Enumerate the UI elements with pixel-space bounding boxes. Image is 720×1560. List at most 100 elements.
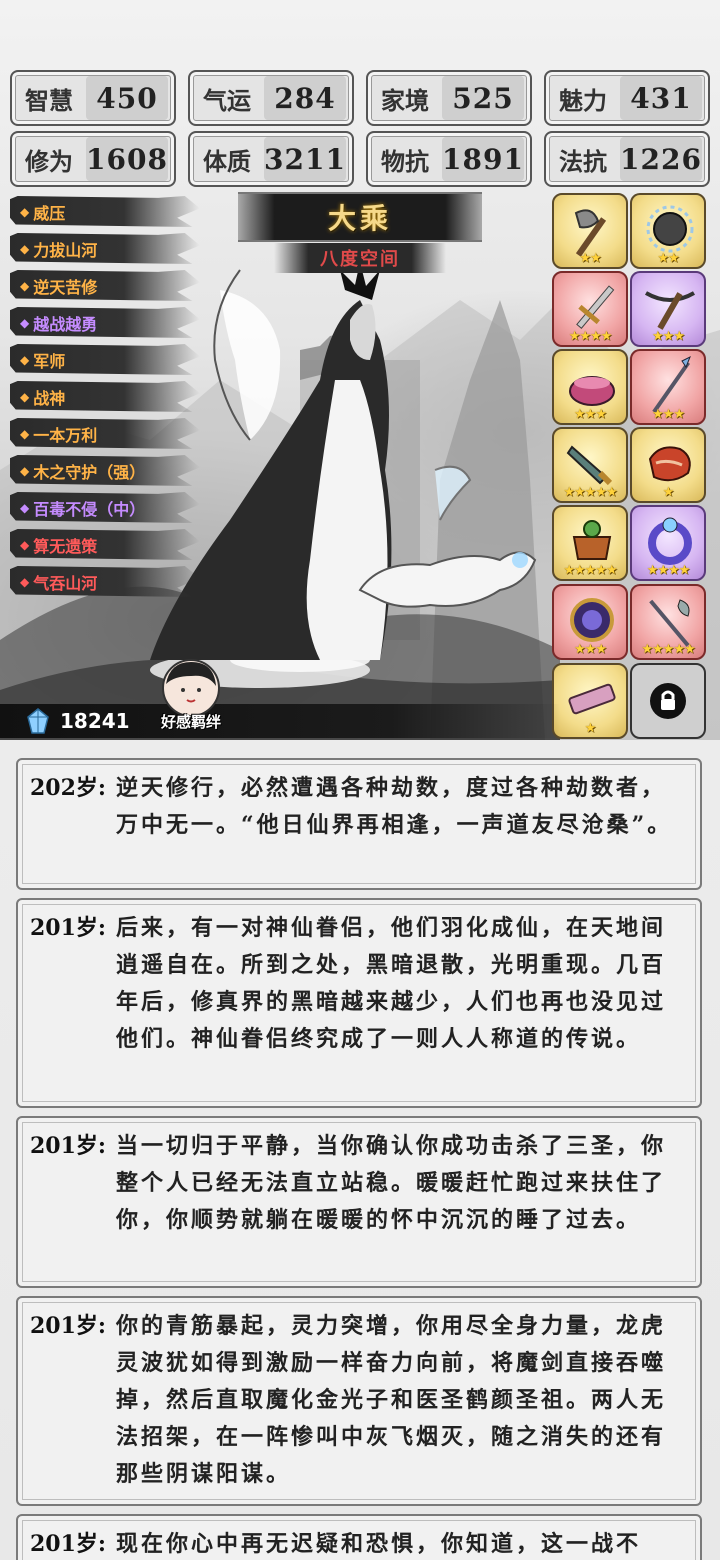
trait-label: 越战越勇 bbox=[33, 314, 98, 334]
diamond-icon: ◆ bbox=[20, 315, 30, 330]
diamond-icon: ◆ bbox=[20, 574, 30, 589]
stat-label: 修为 bbox=[25, 146, 73, 176]
trait-item[interactable]: ◆ 算无遗策 bbox=[10, 529, 200, 560]
star-rating: ★★★ bbox=[652, 329, 685, 344]
equip-slot-scroll[interactable]: ★ bbox=[552, 663, 628, 739]
trait-item[interactable]: ◆ 战神 bbox=[10, 381, 200, 412]
log-age: 201岁: bbox=[30, 1313, 107, 1339]
stat-value: 450 bbox=[86, 76, 168, 120]
log-text: 当一切归于平静，当你确认你成功击杀了三圣，你整个人已经无法直立站稳。暖暖赶忙跑过… bbox=[116, 1133, 667, 1233]
diamond-icon: ◆ bbox=[20, 241, 30, 256]
stat-physique: 体质 3211 bbox=[188, 131, 354, 187]
trait-label: 威压 bbox=[33, 203, 66, 223]
trait-label: 气吞山河 bbox=[33, 573, 98, 593]
star-rating: ★★ bbox=[657, 251, 679, 266]
star-rating: ★ bbox=[662, 485, 675, 500]
equip-slot-spiked-orb[interactable]: ★★ bbox=[630, 193, 706, 269]
locked-slot[interactable] bbox=[630, 663, 706, 739]
log-text: 逆天修行，必然遭遇各种劫数，度过各种劫数者，万中无一。“他日仙界再相逢，一声道友… bbox=[116, 775, 673, 838]
affection-button[interactable]: 好感羁绊 bbox=[150, 656, 232, 738]
stat-label: 智慧 bbox=[25, 85, 73, 115]
stat-charm: 魅力 431 bbox=[544, 70, 710, 126]
trait-item[interactable]: ◆ 逆天苦修 bbox=[10, 270, 200, 301]
equip-slot-incense-burner[interactable]: ★★★★★ bbox=[552, 505, 628, 581]
star-rating: ★★★ bbox=[574, 407, 607, 422]
star-rating: ★★ bbox=[579, 251, 601, 266]
trait-label: 军师 bbox=[33, 351, 66, 371]
trait-label: 力拔山河 bbox=[33, 240, 98, 260]
stat-physical-resist: 物抗 1891 bbox=[366, 131, 532, 187]
stat-label: 体质 bbox=[203, 146, 251, 176]
trait-item[interactable]: ◆ 力拔山河 bbox=[10, 233, 200, 264]
stat-luck: 气运 284 bbox=[188, 70, 354, 126]
gem-count-value: 18241 bbox=[60, 709, 130, 733]
diamond-icon: ◆ bbox=[20, 204, 30, 219]
stat-label: 家境 bbox=[381, 85, 429, 115]
diamond-icon: ◆ bbox=[20, 389, 30, 404]
equip-slot-crossbow[interactable]: ★★★ bbox=[630, 271, 706, 347]
star-rating: ★ bbox=[584, 721, 597, 736]
stat-value: 1608 bbox=[86, 137, 168, 181]
trait-item[interactable]: ◆ 木之守护（强） bbox=[10, 455, 200, 486]
star-rating: ★★★★ bbox=[646, 563, 691, 578]
trait-label: 算无遗策 bbox=[33, 536, 98, 556]
lock-icon bbox=[650, 683, 686, 719]
star-rating: ★★★ bbox=[652, 407, 685, 422]
equip-slot-cauldron[interactable]: ★★★ bbox=[552, 349, 628, 425]
log-entry: 202岁: 逆天修行，必然遭遇各种劫数，度过各种劫数者，万中无一。“他日仙界再相… bbox=[16, 758, 702, 890]
stat-value: 284 bbox=[264, 76, 346, 120]
star-rating: ★★★★★ bbox=[641, 642, 695, 657]
trait-item[interactable]: ◆ 军师 bbox=[10, 344, 200, 375]
trait-label: 木之守护（强） bbox=[33, 462, 146, 482]
log-entry: 201岁: 后来，有一对神仙眷侣，他们羽化成仙，在天地间逍遥自在。所到之处，黑暗… bbox=[16, 898, 702, 1108]
equip-slot-spear[interactable]: ★★★ bbox=[630, 349, 706, 425]
stat-cultivation: 修为 1608 bbox=[10, 131, 176, 187]
trait-item[interactable]: ◆ 威压 bbox=[10, 196, 200, 227]
stat-label: 魅力 bbox=[559, 85, 607, 115]
diamond-icon: ◆ bbox=[20, 352, 30, 367]
realm-title: 大乘 bbox=[238, 192, 482, 242]
equip-slot-mirror[interactable]: ★★★ bbox=[552, 584, 628, 660]
stat-value: 431 bbox=[620, 76, 702, 120]
trait-item[interactable]: ◆ 气吞山河 bbox=[10, 566, 200, 597]
log-age: 201岁: bbox=[30, 915, 107, 941]
stat-value: 3211 bbox=[264, 137, 346, 181]
gem-counter: 18241 bbox=[24, 704, 130, 738]
equip-slot-ring[interactable]: ★★★★ bbox=[630, 505, 706, 581]
trait-label: 战神 bbox=[33, 388, 66, 408]
log-age: 201岁: bbox=[30, 1133, 107, 1159]
star-rating: ★★★★ bbox=[568, 329, 613, 344]
star-rating: ★★★★★ bbox=[563, 485, 617, 500]
log-text: 你的青筋暴起，灵力突增，你用尽全身力量，龙虎灵波犹如得到激励一样奋力向前，将魔剑… bbox=[116, 1313, 667, 1487]
trait-label: 百毒不侵（中） bbox=[33, 499, 146, 519]
stat-value: 1226 bbox=[620, 137, 702, 181]
character-scene: 智慧 450 气运 284 家境 525 魅力 431 修为 1608 体质 3… bbox=[0, 0, 720, 740]
trait-item[interactable]: ◆ 越战越勇 bbox=[10, 307, 200, 338]
stat-label: 物抗 bbox=[381, 146, 429, 176]
event-log[interactable]: 202岁: 逆天修行，必然遭遇各种劫数，度过各种劫数者，万中无一。“他日仙界再相… bbox=[0, 740, 720, 1560]
crystal-icon bbox=[27, 708, 49, 734]
trait-item[interactable]: ◆ 一本万利 bbox=[10, 418, 200, 449]
trait-item[interactable]: ◆ 百毒不侵（中） bbox=[10, 492, 200, 523]
equip-slot-halberd[interactable]: ★★★★★ bbox=[630, 584, 706, 660]
trait-list[interactable]: ◆ 威压 ◆ 力拔山河 ◆ 逆天苦修 ◆ 越战越勇 ◆ 军师 ◆ 战神 ◆ 一本万利 ◆ 木之守… bbox=[10, 196, 200, 612]
stat-magic-resist: 法抗 1226 bbox=[544, 131, 710, 187]
equip-slot-dagger[interactable]: ★★★★★ bbox=[552, 427, 628, 503]
equip-slot-sword[interactable]: ★★★★ bbox=[552, 271, 628, 347]
log-entry: 201岁: 现在你心中再无迟疑和恐惧，你知道，这一战不 bbox=[16, 1514, 702, 1560]
stat-label: 法抗 bbox=[559, 146, 607, 176]
realm-subtitle: 八度空间 bbox=[274, 243, 446, 273]
stat-value: 525 bbox=[442, 76, 524, 120]
stat-wisdom: 智慧 450 bbox=[10, 70, 176, 126]
stat-label: 气运 bbox=[203, 85, 251, 115]
stat-value: 1891 bbox=[442, 137, 524, 181]
log-entry: 201岁: 你的青筋暴起，灵力突增，你用尽全身力量，龙虎灵波犹如得到激励一样奋力… bbox=[16, 1296, 702, 1506]
equip-slot-meat[interactable]: ★ bbox=[630, 427, 706, 503]
star-rating: ★★★★★ bbox=[563, 563, 617, 578]
equip-slot-battle-axe[interactable]: ★★ bbox=[552, 193, 628, 269]
diamond-icon: ◆ bbox=[20, 463, 30, 478]
diamond-icon: ◆ bbox=[20, 537, 30, 552]
log-age: 202岁: bbox=[30, 775, 107, 801]
log-entry: 201岁: 当一切归于平静，当你确认你成功击杀了三圣，你整个人已经无法直立站稳。… bbox=[16, 1116, 702, 1288]
log-text: 现在你心中再无迟疑和恐惧，你知道，这一战不 bbox=[116, 1531, 642, 1557]
